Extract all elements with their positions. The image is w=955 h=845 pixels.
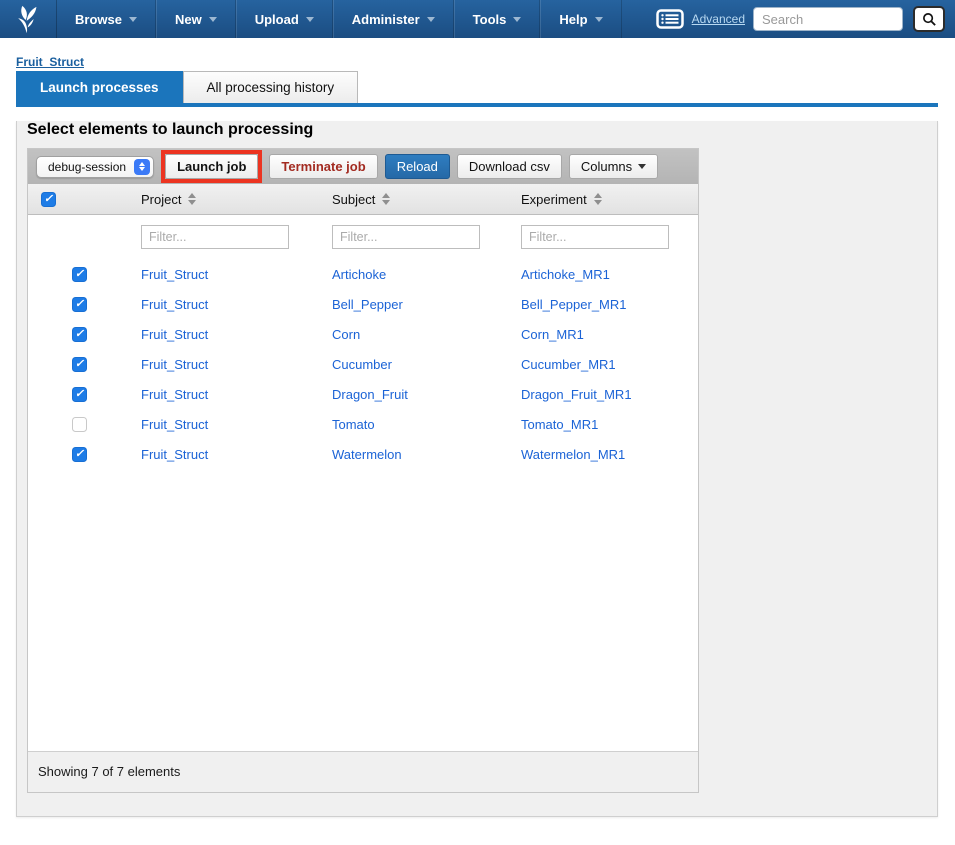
column-header-project: Project xyxy=(141,192,181,207)
table-row: ✓ Fruit_Struct Tomato Tomato_MR1 xyxy=(28,409,698,439)
chevron-down-icon xyxy=(638,164,646,169)
search-button[interactable] xyxy=(913,6,945,32)
experiment-link[interactable]: Tomato_MR1 xyxy=(521,417,598,432)
table-row: ✓ Fruit_Struct Watermelon Watermelon_MR1 xyxy=(28,439,698,469)
breadcrumb[interactable]: Fruit_Struct xyxy=(16,55,84,69)
subject-link[interactable]: Cucumber xyxy=(332,357,392,372)
row-checkbox[interactable]: ✓ xyxy=(72,417,87,432)
reload-button[interactable]: Reload xyxy=(385,154,450,179)
page-title: Select elements to launch processing xyxy=(27,121,937,139)
table-row: ✓ Fruit_Struct Artichoke Artichoke_MR1 xyxy=(28,259,698,289)
process-table: debug-session Launch job Terminate job R… xyxy=(27,148,699,793)
row-checkbox[interactable]: ✓ xyxy=(72,297,87,312)
launch-job-highlight: Launch job xyxy=(161,150,262,183)
filter-row xyxy=(28,215,698,259)
experiment-link[interactable]: Dragon_Fruit_MR1 xyxy=(521,387,632,402)
home-logo[interactable] xyxy=(0,0,57,38)
check-icon: ✓ xyxy=(75,359,84,370)
check-icon: ✓ xyxy=(75,329,84,340)
subject-link[interactable]: Artichoke xyxy=(332,267,386,282)
advanced-search-icon[interactable] xyxy=(656,9,684,29)
columns-dropdown-button[interactable]: Columns xyxy=(569,154,658,179)
experiment-link[interactable]: Bell_Pepper_MR1 xyxy=(521,297,627,312)
column-header-subject: Subject xyxy=(332,192,375,207)
logo-icon xyxy=(13,4,43,34)
subject-link[interactable]: Corn xyxy=(332,327,360,342)
check-icon: ✓ xyxy=(75,389,84,400)
sort-icon[interactable] xyxy=(188,193,196,205)
row-checkbox[interactable]: ✓ xyxy=(72,447,87,462)
launch-job-button[interactable]: Launch job xyxy=(165,154,258,179)
advanced-link[interactable]: Advanced xyxy=(692,12,745,26)
select-all-checkbox[interactable]: ✓ xyxy=(41,192,56,207)
table-row: ✓ Fruit_Struct Bell_Pepper Bell_Pepper_M… xyxy=(28,289,698,319)
table-row: ✓ Fruit_Struct Dragon_Fruit Dragon_Fruit… xyxy=(28,379,698,409)
subject-filter-input[interactable] xyxy=(332,225,480,249)
project-link[interactable]: Fruit_Struct xyxy=(141,267,208,282)
subject-link[interactable]: Watermelon xyxy=(332,447,402,462)
project-link[interactable]: Fruit_Struct xyxy=(141,447,208,462)
row-checkbox[interactable]: ✓ xyxy=(72,387,87,402)
main-menu: Browse New Upload Administer Tools Help xyxy=(57,0,622,38)
nav-menu-tools[interactable]: Tools xyxy=(454,0,541,38)
table-footer-status: Showing 7 of 7 elements xyxy=(38,764,180,779)
nav-menu-browse[interactable]: Browse xyxy=(57,0,156,38)
nav-menu-new[interactable]: New xyxy=(156,0,236,38)
project-link[interactable]: Fruit_Struct xyxy=(141,327,208,342)
experiment-link[interactable]: Artichoke_MR1 xyxy=(521,267,610,282)
project-link[interactable]: Fruit_Struct xyxy=(141,417,208,432)
table-empty-space xyxy=(28,469,698,751)
check-icon: ✓ xyxy=(75,269,84,280)
download-csv-button[interactable]: Download csv xyxy=(457,154,562,179)
tab-all-processing-history[interactable]: All processing history xyxy=(183,71,359,103)
subject-link[interactable]: Dragon_Fruit xyxy=(332,387,408,402)
chevron-down-icon xyxy=(209,17,217,22)
content-panel: Select elements to launch processing deb… xyxy=(16,121,938,817)
project-filter-input[interactable] xyxy=(141,225,289,249)
terminate-job-button[interactable]: Terminate job xyxy=(269,154,377,179)
sort-icon[interactable] xyxy=(594,193,602,205)
session-select[interactable]: debug-session xyxy=(36,156,154,178)
chevron-down-icon xyxy=(513,17,521,22)
table-toolbar: debug-session Launch job Terminate job R… xyxy=(28,149,698,184)
chevron-down-icon xyxy=(129,17,137,22)
check-icon: ✓ xyxy=(75,449,84,460)
project-link[interactable]: Fruit_Struct xyxy=(141,357,208,372)
subject-link[interactable]: Bell_Pepper xyxy=(332,297,403,312)
chevron-down-icon xyxy=(427,17,435,22)
chevron-down-icon xyxy=(306,17,314,22)
search-icon xyxy=(922,12,937,27)
project-link[interactable]: Fruit_Struct xyxy=(141,387,208,402)
experiment-link[interactable]: Cucumber_MR1 xyxy=(521,357,616,372)
select-stepper-icon xyxy=(134,159,150,175)
check-icon: ✓ xyxy=(44,194,53,205)
nav-menu-help[interactable]: Help xyxy=(540,0,621,38)
check-icon: ✓ xyxy=(75,299,84,310)
row-checkbox[interactable]: ✓ xyxy=(72,267,87,282)
chevron-down-icon xyxy=(595,17,603,22)
table-row: ✓ Fruit_Struct Cucumber Cucumber_MR1 xyxy=(28,349,698,379)
experiment-link[interactable]: Corn_MR1 xyxy=(521,327,584,342)
row-checkbox[interactable]: ✓ xyxy=(72,327,87,342)
table-footer: Showing 7 of 7 elements xyxy=(28,751,698,792)
sort-icon[interactable] xyxy=(382,193,390,205)
table-header-row: ✓ Project Subject Experiment xyxy=(28,184,698,215)
subject-link[interactable]: Tomato xyxy=(332,417,375,432)
nav-menu-upload[interactable]: Upload xyxy=(236,0,333,38)
nav-menu-administer[interactable]: Administer xyxy=(333,0,454,38)
tab-launch-processes[interactable]: Launch processes xyxy=(16,71,183,103)
search-input[interactable] xyxy=(753,7,903,31)
project-link[interactable]: Fruit_Struct xyxy=(141,297,208,312)
top-navbar: Browse New Upload Administer Tools Help … xyxy=(0,0,955,38)
table-row: ✓ Fruit_Struct Corn Corn_MR1 xyxy=(28,319,698,349)
experiment-filter-input[interactable] xyxy=(521,225,669,249)
tab-underline xyxy=(16,103,938,107)
tab-bar: Launch processes All processing history xyxy=(16,71,955,103)
row-checkbox[interactable]: ✓ xyxy=(72,357,87,372)
column-header-experiment: Experiment xyxy=(521,192,587,207)
experiment-link[interactable]: Watermelon_MR1 xyxy=(521,447,625,462)
